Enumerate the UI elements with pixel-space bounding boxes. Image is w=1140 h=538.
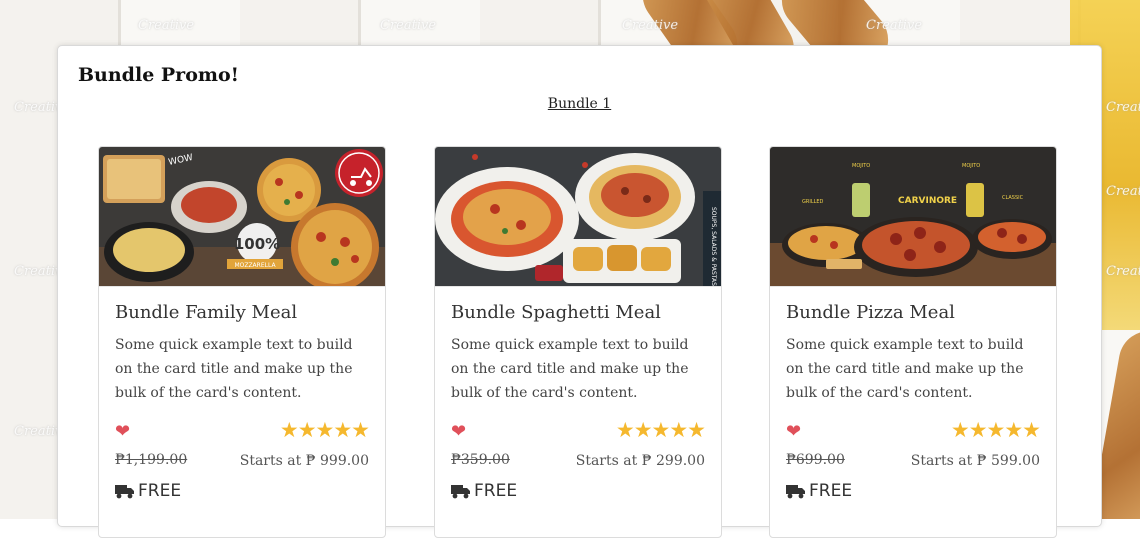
star-icon: ★ — [669, 418, 688, 442]
current-price: Starts at ₱ 599.00 — [910, 453, 1040, 469]
card-image-family-meal: 100% MOZZARELLA WOW — [99, 147, 385, 287]
card-description: Some quick example text to build on the … — [786, 337, 1024, 401]
product-card-spaghetti-meal[interactable]: SOUPS, SALADS & PASTAS Bundle Spaghetti … — [434, 146, 722, 538]
watermark-text: Creative — [1106, 100, 1140, 115]
shipping-label: FREE — [138, 481, 182, 501]
star-icon: ★ — [1022, 418, 1041, 442]
current-price: Starts at ₱ 299.00 — [575, 453, 705, 469]
svg-text:CARVINORE: CARVINORE — [898, 196, 957, 206]
star-rating: ★★★★★ — [279, 418, 370, 442]
heart-icon[interactable]: ❤ — [786, 423, 801, 441]
card-title: Bundle Spaghetti Meal — [451, 302, 661, 323]
old-price: ₱359.00 — [451, 452, 510, 468]
star-icon: ★ — [297, 418, 317, 442]
truck-icon — [451, 483, 471, 504]
bundle-tab-link[interactable]: Bundle 1 — [58, 96, 1101, 112]
star-icon: ★ — [968, 418, 988, 442]
star-icon: ★ — [1004, 418, 1023, 442]
card-image-spaghetti-meal: SOUPS, SALADS & PASTAS — [435, 147, 721, 287]
shipping-label: FREE — [809, 481, 853, 501]
star-icon: ★ — [687, 418, 706, 442]
watermark-text: Creative — [866, 18, 923, 33]
card-title: Bundle Pizza Meal — [786, 302, 955, 323]
svg-text:SOUPS, SALADS & PASTAS: SOUPS, SALADS & PASTAS — [710, 207, 717, 286]
truck-icon — [115, 483, 135, 504]
old-price: ₱699.00 — [786, 452, 845, 468]
svg-text:MOZZARELLA: MOZZARELLA — [234, 262, 276, 269]
heart-icon[interactable]: ❤ — [115, 423, 130, 441]
star-icon: ★ — [279, 418, 299, 442]
heart-icon[interactable]: ❤ — [451, 423, 466, 441]
watermark-text: Creative — [622, 18, 679, 33]
star-icon: ★ — [615, 418, 635, 442]
star-icon: ★ — [333, 418, 352, 442]
card-title: Bundle Family Meal — [115, 302, 298, 323]
watermark-text: Creative — [138, 18, 195, 33]
bundle-tab-label[interactable]: Bundle 1 — [548, 96, 611, 112]
star-icon: ★ — [986, 418, 1006, 442]
card-description: Some quick example text to build on the … — [451, 337, 689, 401]
star-icon: ★ — [633, 418, 653, 442]
bundle-promo-panel: Bundle Promo! Bundle 1 100% MOZZARELLA W… — [57, 45, 1102, 538]
card-image-pizza-meal: CARVINORE GRILLED CLASSIC MOJITO MOJITO — [770, 147, 1056, 287]
truck-icon — [786, 483, 806, 504]
star-icon: ★ — [651, 418, 671, 442]
watermark-text: Creative — [380, 18, 437, 33]
star-icon: ★ — [315, 418, 335, 442]
svg-text:100%: 100% — [234, 235, 280, 253]
star-rating: ★★★★★ — [615, 418, 706, 442]
star-icon: ★ — [351, 418, 370, 442]
svg-text:MOJITO: MOJITO — [852, 163, 870, 169]
svg-text:MOJITO: MOJITO — [962, 163, 980, 169]
card-description: Some quick example text to build on the … — [115, 337, 353, 401]
watermark-text: Creative — [1106, 264, 1140, 279]
product-card-family-meal[interactable]: 100% MOZZARELLA WOW Bundle Family Meal S… — [98, 146, 386, 538]
current-price: Starts at ₱ 999.00 — [239, 453, 369, 469]
star-icon: ★ — [950, 418, 970, 442]
watermark-text: Creative — [1106, 184, 1140, 199]
shipping-label: FREE — [474, 481, 518, 501]
star-rating: ★★★★★ — [950, 418, 1041, 442]
old-price: ₱1,199.00 — [115, 452, 188, 468]
svg-text:CLASSIC: CLASSIC — [1002, 195, 1024, 201]
svg-text:GRILLED: GRILLED — [802, 199, 824, 205]
page-title: Bundle Promo! — [78, 64, 239, 86]
product-card-pizza-meal[interactable]: CARVINORE GRILLED CLASSIC MOJITO MOJITO … — [769, 146, 1057, 538]
